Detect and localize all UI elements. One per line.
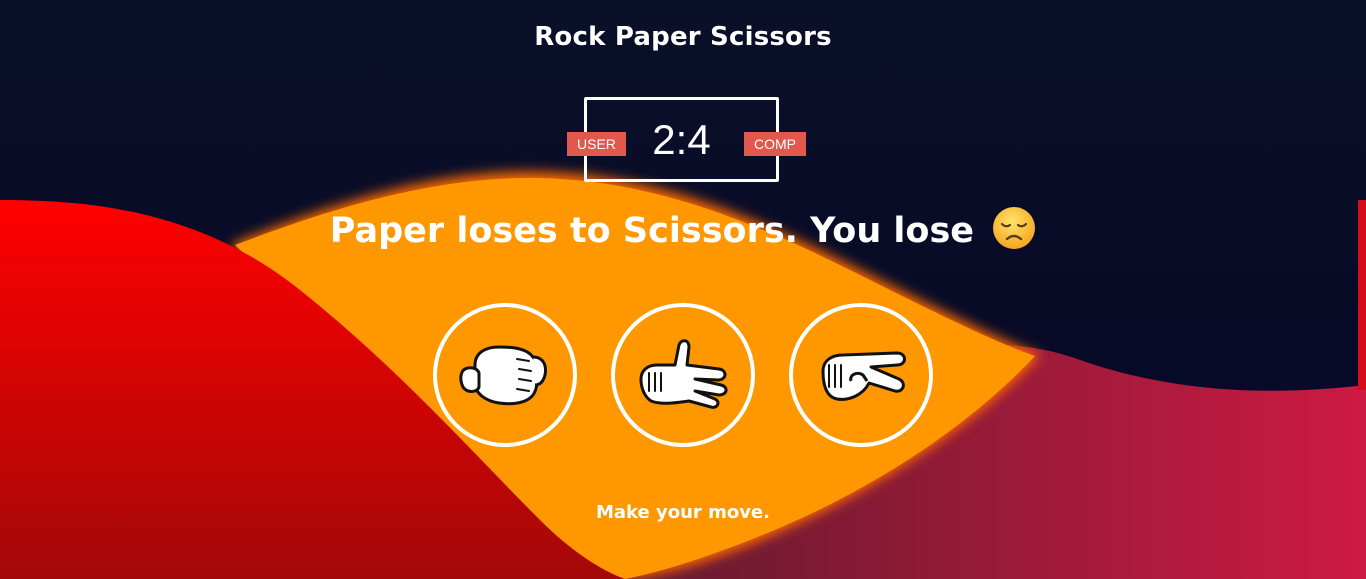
game-screen: Rock Paper Scissors USER 2:4 COMP Paper … [0, 0, 1366, 579]
result-message: Paper loses to Scissors. You lose [329, 211, 975, 251]
page-title: Rock Paper Scissors [534, 22, 832, 52]
result-message-row: Paper loses to Scissors. You lose [0, 206, 1366, 251]
fist-glove-icon [459, 345, 547, 406]
comp-badge: COMP [744, 132, 806, 156]
move-prompt: Make your move. [596, 502, 770, 523]
two-finger-glove-icon [821, 351, 906, 401]
background-waves [0, 171, 1366, 579]
disappointed-face-icon [993, 207, 1036, 249]
open-hand-glove-icon [639, 339, 728, 409]
paper-button[interactable] [611, 303, 755, 447]
rock-button[interactable] [433, 303, 577, 447]
scoreboard: USER 2:4 COMP [567, 97, 806, 182]
scissors-button[interactable] [789, 303, 933, 447]
